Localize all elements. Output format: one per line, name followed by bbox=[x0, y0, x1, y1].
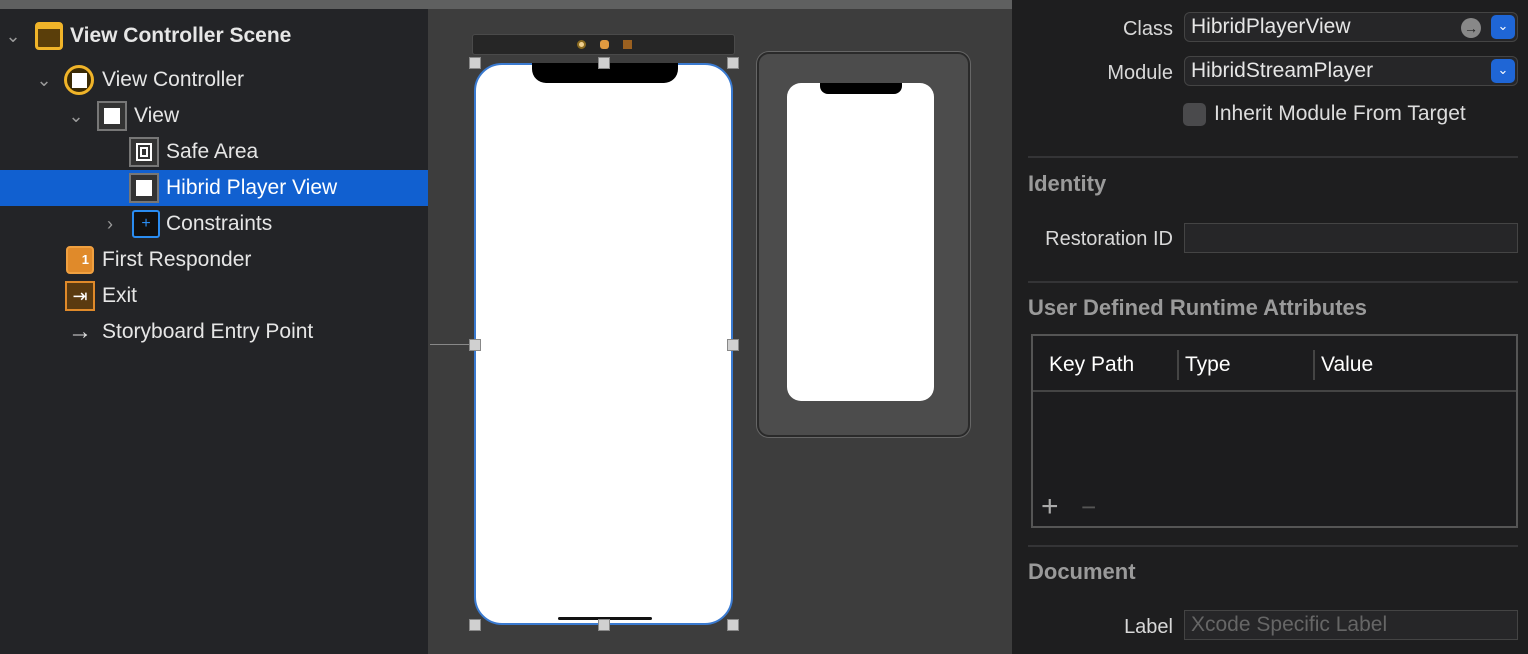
chevron-right-icon[interactable]: › bbox=[100, 214, 120, 235]
outline-item-constraints[interactable]: › + Constraints bbox=[0, 206, 428, 242]
class-label: Class bbox=[1122, 18, 1173, 40]
outline-item-view[interactable]: ⌄ View bbox=[0, 98, 428, 134]
storyboard-canvas[interactable] bbox=[428, 9, 1012, 654]
exit-icon[interactable] bbox=[623, 40, 632, 49]
document-label-field[interactable] bbox=[1184, 610, 1518, 640]
column-type[interactable]: Type bbox=[1185, 353, 1231, 377]
outline-item-safe-area[interactable]: Safe Area bbox=[0, 134, 428, 170]
class-field[interactable]: HibridPlayerView → ⌄ bbox=[1184, 12, 1518, 42]
preview-device bbox=[757, 52, 970, 437]
restoration-id-field[interactable] bbox=[1184, 223, 1518, 253]
divider bbox=[1028, 545, 1518, 547]
restoration-id-label: Restoration ID bbox=[1045, 228, 1173, 250]
view-icon bbox=[129, 173, 159, 203]
module-label: Module bbox=[1107, 62, 1173, 84]
first-responder-icon[interactable] bbox=[600, 40, 609, 49]
resize-handle[interactable] bbox=[469, 619, 481, 631]
chevron-down-icon[interactable]: ⌄ bbox=[1491, 59, 1515, 83]
iphone-view-selected[interactable] bbox=[474, 63, 733, 625]
notch bbox=[820, 83, 902, 94]
first-responder-icon: 1 bbox=[65, 245, 95, 275]
module-value: HibridStreamPlayer bbox=[1191, 59, 1374, 82]
outline-item-label: View Controller Scene bbox=[70, 24, 292, 47]
outline-item-exit[interactable]: ⇥ Exit bbox=[0, 278, 428, 314]
outline-item-label: Hibrid Player View bbox=[166, 176, 338, 199]
chevron-down-icon[interactable]: ⌄ bbox=[66, 106, 86, 127]
resize-handle[interactable] bbox=[469, 339, 481, 351]
document-section-title: Document bbox=[1028, 559, 1136, 584]
outline-item-label: Storyboard Entry Point bbox=[102, 320, 314, 343]
preview-screen bbox=[787, 83, 934, 401]
resize-handle[interactable] bbox=[598, 57, 610, 69]
chevron-down-icon[interactable]: ⌄ bbox=[1491, 15, 1515, 39]
outline-item-label: Safe Area bbox=[166, 140, 259, 163]
top-bar bbox=[0, 0, 1012, 9]
outline-item-view-controller-scene[interactable]: ⌄ View Controller Scene bbox=[0, 18, 428, 54]
outline-item-hibrid-player-view[interactable]: Hibrid Player View bbox=[0, 170, 428, 206]
exit-icon: ⇥ bbox=[65, 281, 95, 311]
outline-item-storyboard-entry-point[interactable]: → Storyboard Entry Point bbox=[0, 314, 428, 350]
scene-icon bbox=[34, 21, 64, 51]
class-value: HibridPlayerView bbox=[1191, 15, 1351, 38]
outline-item-label: Exit bbox=[102, 284, 138, 307]
document-label-label: Label bbox=[1124, 616, 1173, 638]
constraints-icon: + bbox=[131, 209, 161, 239]
divider bbox=[1028, 156, 1518, 158]
document-outline: ⌄ View Controller Scene ⌄ View Controlle… bbox=[0, 9, 428, 654]
column-value[interactable]: Value bbox=[1321, 353, 1373, 377]
view-controller-icon bbox=[64, 65, 94, 95]
identity-section-title: Identity bbox=[1028, 171, 1107, 196]
divider bbox=[1028, 281, 1518, 283]
view-controller-icon[interactable] bbox=[577, 40, 586, 49]
arrow-circle-icon[interactable]: → bbox=[1461, 18, 1481, 38]
outline-item-label: Constraints bbox=[166, 212, 273, 235]
outline-item-label: View Controller bbox=[102, 68, 245, 91]
arrow-right-icon: → bbox=[68, 318, 92, 345]
resize-handle[interactable] bbox=[727, 57, 739, 69]
resize-handle[interactable] bbox=[727, 619, 739, 631]
module-field[interactable]: HibridStreamPlayer ⌄ bbox=[1184, 56, 1518, 86]
entry-point-arrow bbox=[430, 344, 470, 345]
remove-attribute-button[interactable]: − bbox=[1081, 492, 1096, 522]
outline-item-view-controller[interactable]: ⌄ View Controller bbox=[0, 62, 428, 98]
resize-handle[interactable] bbox=[469, 57, 481, 69]
chevron-down-icon[interactable]: ⌄ bbox=[3, 26, 23, 47]
view-icon bbox=[97, 101, 127, 131]
outline-item-label: First Responder bbox=[102, 248, 252, 271]
add-attribute-button[interactable]: + bbox=[1041, 492, 1059, 522]
runtime-attributes-table: Key Path Type Value + − bbox=[1031, 334, 1518, 528]
runtime-attributes-title: User Defined Runtime Attributes bbox=[1028, 295, 1368, 320]
chevron-down-icon[interactable]: ⌄ bbox=[34, 70, 54, 91]
scene-dock bbox=[472, 34, 735, 55]
resize-handle[interactable] bbox=[598, 619, 610, 631]
outline-item-first-responder[interactable]: 1 First Responder bbox=[0, 242, 428, 278]
table-header: Key Path Type Value bbox=[1033, 336, 1516, 392]
safe-area-icon bbox=[129, 137, 159, 167]
column-key-path[interactable]: Key Path bbox=[1049, 353, 1134, 377]
identity-inspector: Class HibridPlayerView → ⌄ Module Hibrid… bbox=[1012, 0, 1528, 654]
resize-handle[interactable] bbox=[727, 339, 739, 351]
inherit-module-label: Inherit Module From Target bbox=[1214, 102, 1466, 125]
inherit-module-checkbox[interactable] bbox=[1183, 103, 1206, 126]
outline-item-label: View bbox=[134, 104, 180, 127]
